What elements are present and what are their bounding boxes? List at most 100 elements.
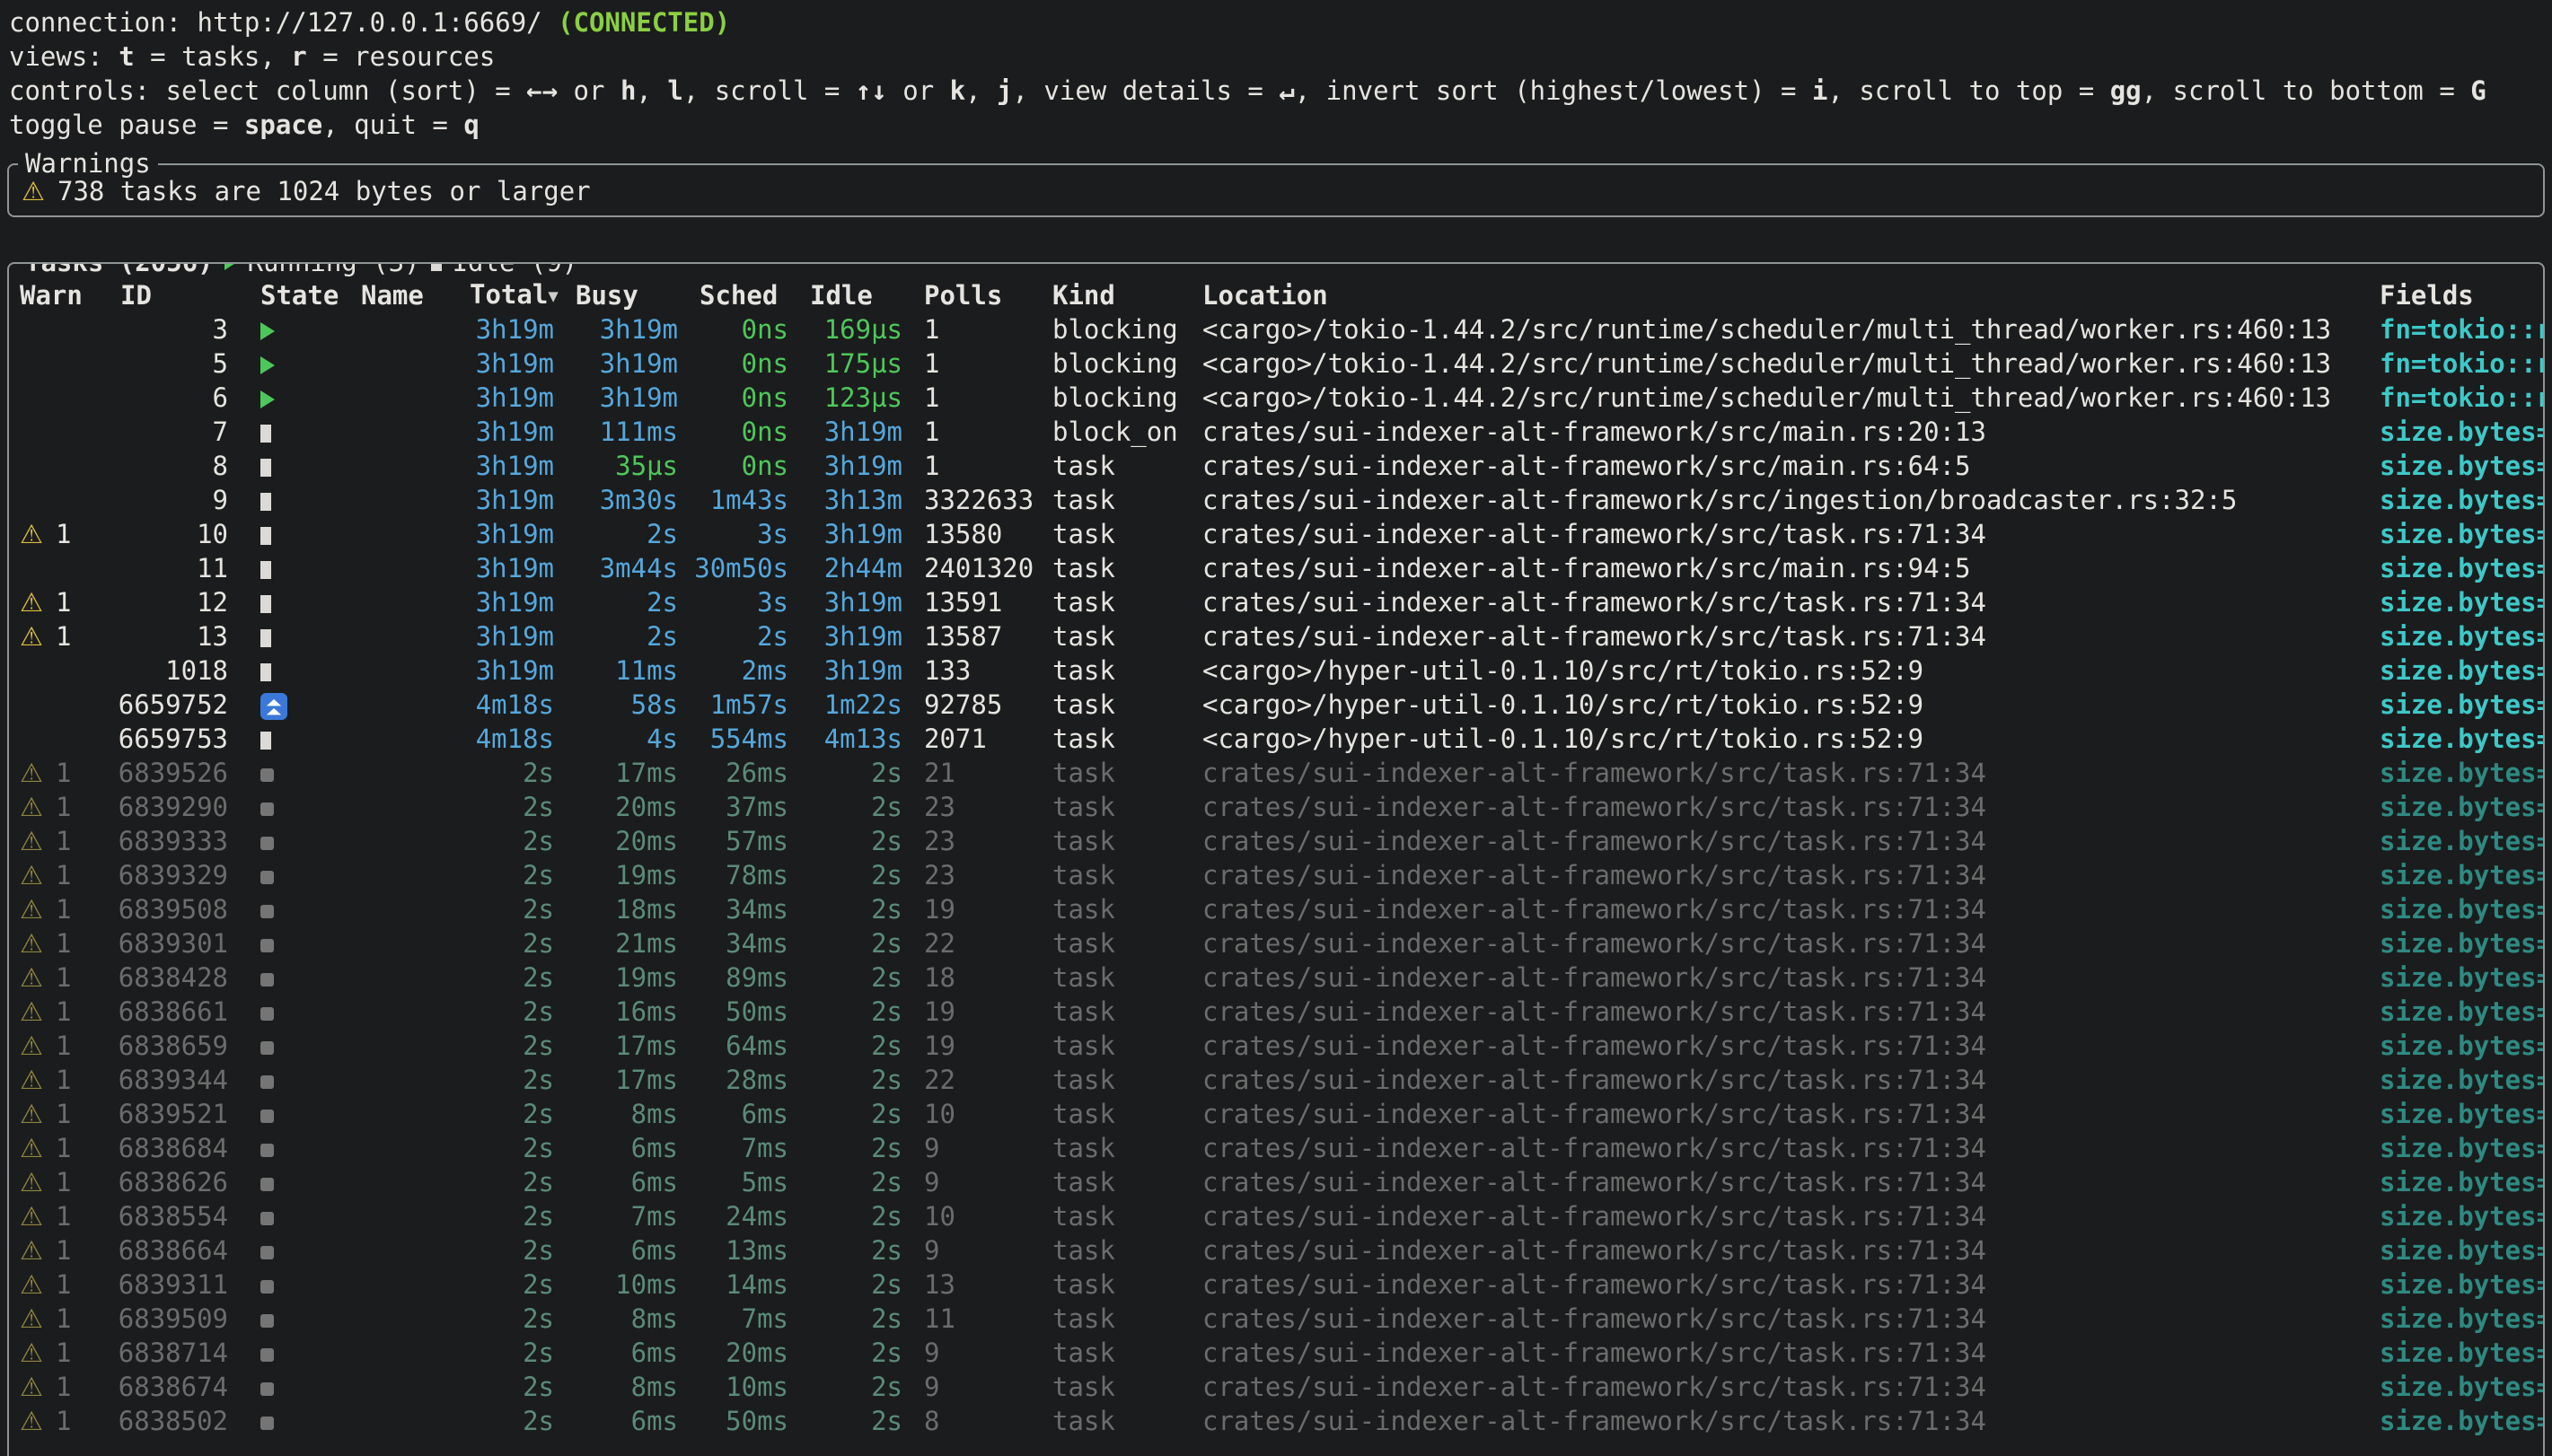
task-row[interactable]: 73h19m111ms0ns3h19m1block_oncrates/sui-i… [20,415,2543,449]
total-cell: 3h19m [455,585,561,619]
task-row[interactable]: ⚠168395262s17ms26ms2s21taskcrates/sui-in… [20,756,2543,790]
column-header-state[interactable]: State [235,278,361,312]
warn-cell: ⚠1 [20,1267,106,1302]
task-row[interactable]: ⚠168384282s19ms89ms2s18taskcrates/sui-in… [20,960,2543,995]
task-id-cell: 6838661 [106,995,235,1029]
polls-cell: 92785 [910,688,1038,722]
task-row[interactable]: ⚠168395092s8ms7ms2s11taskcrates/sui-inde… [20,1302,2543,1336]
task-row[interactable]: ⚠168386592s17ms64ms2s19taskcrates/sui-in… [20,1029,2543,1063]
task-id-cell: 6659752 [106,688,235,722]
column-header-total[interactable]: Total▼ [455,277,561,313]
state-cell [235,858,361,892]
busy-cell: 19ms [561,960,685,995]
task-row[interactable]: 113h19m3m44s30m50s2h44m2401320taskcrates… [20,551,2543,585]
task-row[interactable]: ⚠1123h19m2s3s3h19m13591taskcrates/sui-in… [20,585,2543,619]
location-cell: crates/sui-indexer-alt-framework/src/tas… [1188,585,2365,619]
task-row[interactable]: ⚠1103h19m2s3s3h19m13580taskcrates/sui-in… [20,517,2543,551]
kind-cell: task [1038,1165,1188,1199]
stop-icon [260,1314,274,1328]
column-header-polls[interactable]: Polls [910,278,1038,312]
task-row[interactable]: ⚠1133h19m2s2s3h19m13587taskcrates/sui-in… [20,619,2543,653]
column-header-id[interactable]: ID [106,278,235,312]
polls-cell: 10 [910,1097,1038,1131]
total-cell: 2s [455,960,561,995]
location-cell: crates/sui-indexer-alt-framework/src/tas… [1188,824,2365,858]
kind-cell: task [1038,1131,1188,1165]
task-row[interactable]: 53h19m3h19m0ns175µs1blocking<cargo>/toki… [20,346,2543,381]
total-cell: 2s [455,892,561,926]
warning-icon: ⚠ [20,995,43,1029]
task-row[interactable]: ⚠168385022s6ms50ms2s8taskcrates/sui-inde… [20,1404,2543,1438]
task-row[interactable]: ⚠168395212s8ms6ms2s10taskcrates/sui-inde… [20,1097,2543,1131]
play-icon [260,322,275,340]
task-row[interactable]: ⚠168386842s6ms7ms2s9taskcrates/sui-index… [20,1131,2543,1165]
task-row[interactable]: ⚠168392902s20ms37ms2s23taskcrates/sui-in… [20,790,2543,824]
sched-cell: 14ms [685,1267,796,1302]
sched-cell: 78ms [685,858,796,892]
column-header-fields[interactable]: Fields [2365,278,2543,312]
fields-cell: size.bytes= [2365,1302,2543,1336]
task-row[interactable]: 83h19m35µs0ns3h19m1taskcrates/sui-indexe… [20,449,2543,483]
column-header-kind[interactable]: Kind [1038,278,1188,312]
idle-cell: 3h19m [796,449,910,483]
task-id-cell: 6839526 [106,756,235,790]
idle-cell: 123µs [796,381,910,415]
total-cell: 3h19m [455,415,561,449]
column-header-name[interactable]: Name [361,278,455,312]
task-row[interactable]: 66597534m18s4s554ms4m13s2071task<cargo>/… [20,722,2543,756]
task-row[interactable]: 33h19m3h19m0ns169µs1blocking<cargo>/toki… [20,312,2543,346]
total-cell: 3h19m [455,551,561,585]
task-row[interactable]: ⚠168393112s10ms14ms2s13taskcrates/sui-in… [20,1267,2543,1302]
task-row[interactable]: 93h19m3m30s1m43s3h13m3322633taskcrates/s… [20,483,2543,517]
stop-icon [260,1280,274,1294]
column-header-idle[interactable]: Idle [796,278,910,312]
polls-cell: 9 [910,1233,1038,1267]
task-row[interactable]: ⚠168386262s6ms5ms2s9taskcrates/sui-index… [20,1165,2543,1199]
task-row[interactable]: ⚠168385542s7ms24ms2s10taskcrates/sui-ind… [20,1199,2543,1233]
busy-cell: 35µs [561,449,685,483]
task-row[interactable]: 63h19m3h19m0ns123µs1blocking<cargo>/toki… [20,381,2543,415]
total-cell: 2s [455,756,561,790]
task-row[interactable]: ⚠168393292s19ms78ms2s23taskcrates/sui-in… [20,858,2543,892]
state-cell [235,1404,361,1438]
warning-icon: ⚠ [20,824,43,858]
column-header-sched[interactable]: Sched [685,278,796,312]
sched-cell: 1m57s [685,688,796,722]
column-header-warn[interactable]: Warn [20,278,106,312]
pause-icon [260,629,271,647]
idle-cell: 2h44m [796,551,910,585]
task-row[interactable]: ⚠168393442s17ms28ms2s22taskcrates/sui-in… [20,1063,2543,1097]
task-row[interactable]: ⚠168393332s20ms57ms2s23taskcrates/sui-in… [20,824,2543,858]
kind-cell: task [1038,858,1188,892]
sched-cell: 34ms [685,892,796,926]
warn-cell: ⚠1 [20,1029,106,1063]
task-row[interactable]: ⚠168386742s8ms10ms2s9taskcrates/sui-inde… [20,1370,2543,1404]
task-row[interactable]: ⚠168387142s6ms20ms2s9taskcrates/sui-inde… [20,1336,2543,1370]
total-cell: 3h19m [455,346,561,381]
task-row[interactable]: ⚠168386642s6ms13ms2s9taskcrates/sui-inde… [20,1233,2543,1267]
sched-cell: 5ms [685,1165,796,1199]
fields-cell: size.bytes= [2365,1063,2543,1097]
warning-icon: ⚠ [20,1267,43,1302]
task-row[interactable]: 10183h19m11ms2ms3h19m133task<cargo>/hype… [20,653,2543,688]
busy-cell: 3h19m [561,381,685,415]
column-header-busy[interactable]: Busy [561,278,685,312]
warn-count: 1 [56,1370,71,1404]
status-line: views: t = tasks, r = resources [9,39,2552,74]
fields-cell: size.bytes= [2365,722,2543,756]
sched-cell: 7ms [685,1302,796,1336]
task-row[interactable]: ⚠168393012s21ms34ms2s22taskcrates/sui-in… [20,926,2543,960]
location-cell: crates/sui-indexer-alt-framework/src/tas… [1188,1029,2365,1063]
location-cell: <cargo>/tokio-1.44.2/src/runtime/schedul… [1188,381,2365,415]
task-row[interactable]: 66597524m18s58s1m57s1m22s92785task<cargo… [20,688,2543,722]
fields-cell: size.bytes= [2365,1029,2543,1063]
busy-cell: 7ms [561,1199,685,1233]
busy-cell: 3h19m [561,346,685,381]
busy-cell: 58s [561,688,685,722]
warn-count: 1 [56,926,71,960]
total-cell: 2s [455,1199,561,1233]
column-header-location[interactable]: Location [1188,278,2365,312]
busy-cell: 17ms [561,756,685,790]
task-row[interactable]: ⚠168395082s18ms34ms2s19taskcrates/sui-in… [20,892,2543,926]
task-row[interactable]: ⚠168386612s16ms50ms2s19taskcrates/sui-in… [20,995,2543,1029]
